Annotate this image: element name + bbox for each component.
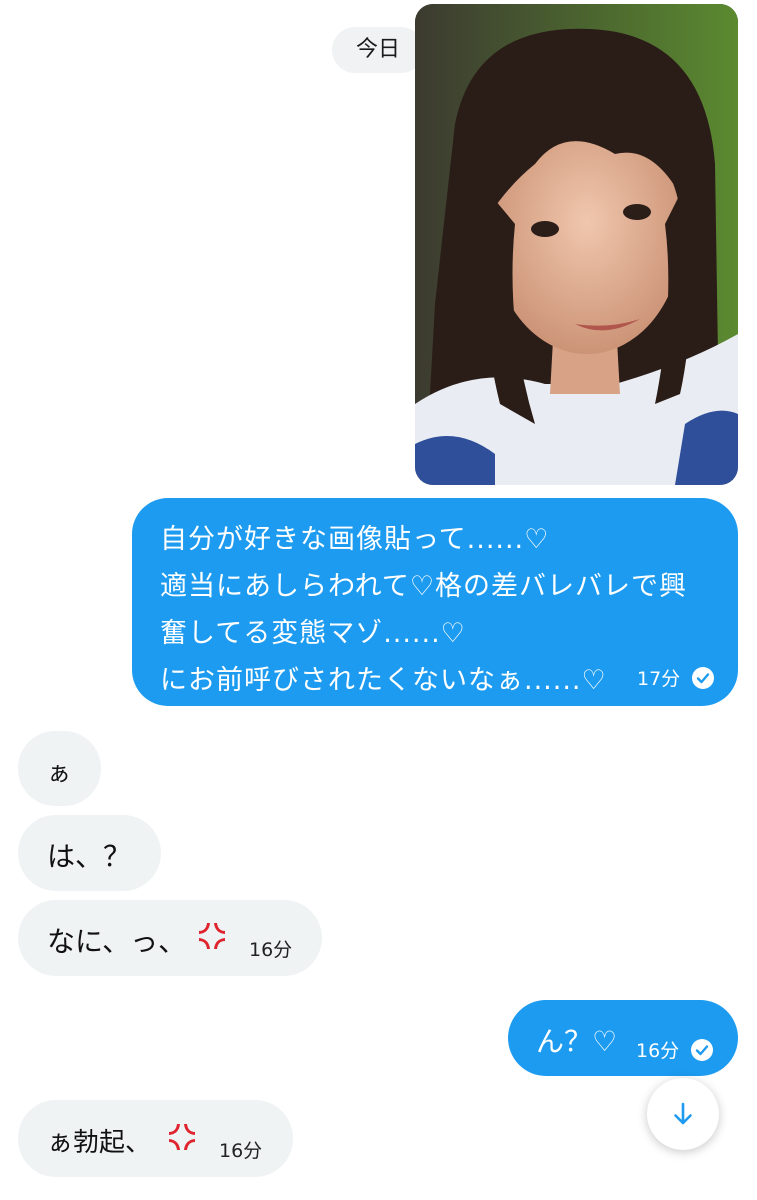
message-time: 16分 — [636, 1040, 680, 1062]
message-bubble-outgoing[interactable]: ん？♡ 16分 — [508, 1000, 738, 1076]
anger-symbol-icon — [166, 1121, 198, 1153]
photo-message[interactable] — [415, 4, 738, 485]
message-text: ぁ — [47, 759, 71, 787]
message-line: 奮してる変態マゾ......♡ — [160, 618, 466, 649]
message-bubble-incoming[interactable]: なに、っ、 16分 — [18, 900, 322, 976]
message-bubble-incoming[interactable]: ぁ勃起、 16分 — [18, 1100, 293, 1177]
message-bubble-outgoing[interactable]: 自分が好きな画像貼って......♡ 適当にあしらわれて♡格の差バレバレで興 奮… — [132, 498, 738, 706]
arrow-down-icon — [674, 1102, 692, 1125]
message-bubble-incoming[interactable]: ぁ — [18, 731, 101, 806]
message-time: 16分 — [219, 1140, 263, 1162]
photo-image — [415, 4, 738, 485]
message-meta: 16分 — [249, 935, 292, 962]
message-line: にお前呼びされたくないなぁ......♡ — [160, 665, 607, 696]
anger-symbol-icon — [196, 920, 228, 952]
message-text: なに、っ、 — [47, 925, 187, 958]
message-meta: 17分 — [637, 664, 715, 691]
message-bubble-incoming[interactable]: は、？ — [18, 815, 161, 891]
message-line: 適当にあしらわれて♡格の差バレバレで興 — [160, 571, 688, 602]
message-meta: 16分 — [219, 1136, 262, 1163]
message-meta: 16分 — [636, 1036, 714, 1063]
message-time: 17分 — [637, 668, 681, 690]
check-circle-icon — [692, 666, 715, 689]
message-text: ん？♡ — [536, 1025, 618, 1058]
check-circle-icon — [691, 1038, 714, 1061]
message-line: 自分が好きな画像貼って......♡ — [160, 524, 550, 555]
scroll-to-bottom-button[interactable] — [647, 1078, 719, 1150]
date-separator: 今日 — [332, 27, 424, 73]
message-text: は、？ — [47, 840, 132, 873]
message-time: 16分 — [249, 939, 293, 961]
message-text: ぁ勃起、 — [47, 1128, 152, 1158]
